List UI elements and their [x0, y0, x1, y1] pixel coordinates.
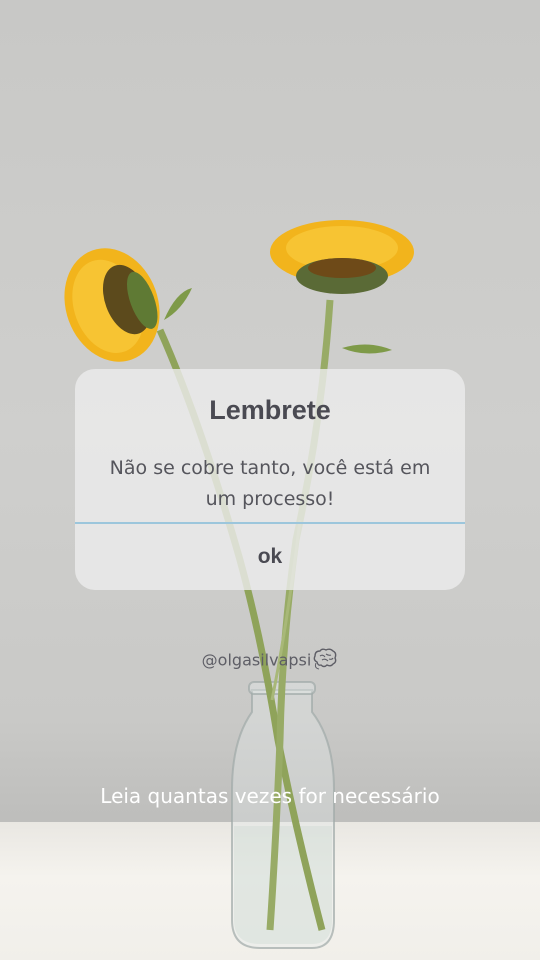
story-screen: Lembrete Não se cobre tanto, você está e… — [0, 0, 540, 960]
ok-button[interactable]: ok — [75, 524, 465, 590]
dialog-title: Lembrete — [209, 395, 331, 425]
reminder-dialog: Lembrete Não se cobre tanto, você está e… — [75, 369, 465, 590]
caption-text: Leia quantas vezes for necessário — [100, 784, 440, 808]
author-handle: @olgasilvapsi — [0, 648, 540, 674]
dialog-message: Não se cobre tanto, você está em um proc… — [109, 457, 431, 510]
author-handle-text: @olgasilvapsi — [201, 650, 312, 670]
brain-icon — [312, 648, 338, 674]
